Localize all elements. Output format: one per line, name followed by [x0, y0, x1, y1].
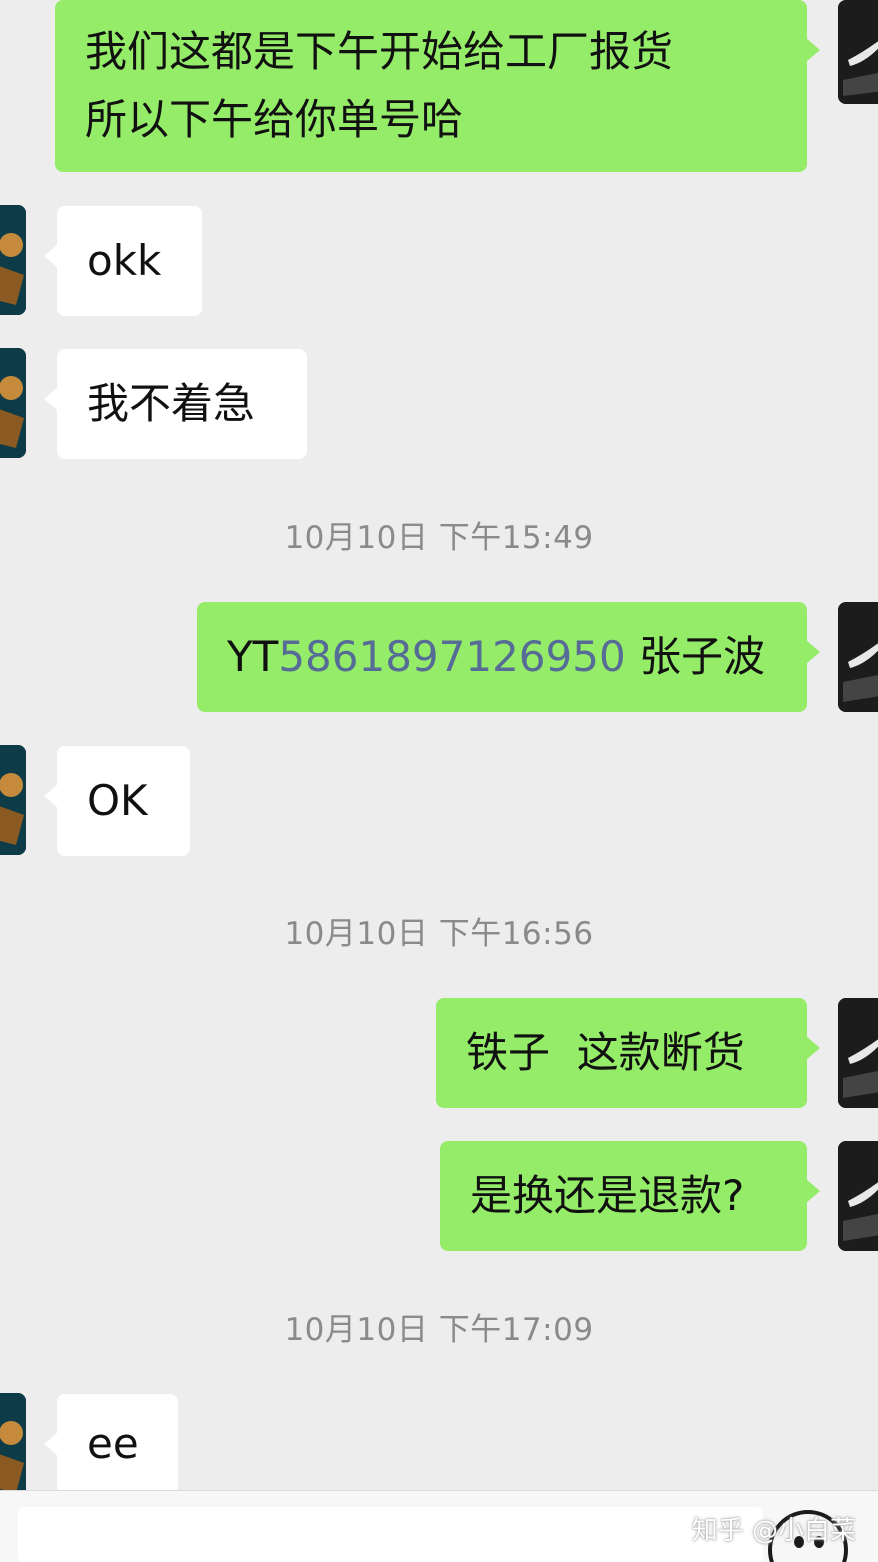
message-text: ee: [87, 1419, 139, 1468]
figure-avatar-icon: [0, 205, 26, 315]
my-avatar[interactable]: [838, 602, 878, 712]
my-avatar[interactable]: [838, 998, 878, 1108]
message-text: 是换还是退款?: [470, 1171, 745, 1220]
sneaker-swoosh-icon: [838, 1141, 878, 1251]
figure-avatar-icon: [0, 348, 26, 458]
figure-avatar-icon: [0, 745, 26, 855]
message-text: 铁子 这款断货: [466, 1028, 745, 1077]
message-timestamp: 10月10日 下午16:56: [284, 916, 594, 952]
message-bubble-mine[interactable]: 是换还是退款?: [440, 1141, 820, 1251]
message-timestamp: 10月10日 下午15:49: [284, 520, 594, 556]
message-text-line: 所以下午给你单号哈: [85, 95, 464, 144]
recipient-name: 张子波: [625, 632, 766, 681]
contact-avatar[interactable]: [0, 745, 26, 855]
contact-avatar[interactable]: [0, 348, 26, 458]
message-text: 我不着急: [87, 379, 256, 428]
my-avatar[interactable]: [838, 0, 878, 104]
message-bubble-mine[interactable]: 我们这都是下午开始给工厂报货 所以下午给你单号哈: [55, 0, 820, 172]
message-timestamp: 10月10日 下午17:09: [284, 1312, 594, 1348]
message-input-field[interactable]: [18, 1507, 763, 1562]
tracking-number-link[interactable]: 5861897126950: [278, 624, 625, 690]
watermark: 知乎 @小白菜: [691, 1516, 856, 1546]
message-bubble-theirs[interactable]: OK: [44, 746, 190, 856]
sneaker-swoosh-icon: [838, 998, 878, 1108]
message-bubble-theirs[interactable]: 我不着急: [44, 349, 307, 459]
figure-avatar-icon: [0, 1393, 26, 1490]
message-bubble-theirs[interactable]: okk: [44, 206, 202, 316]
message-text: okk: [87, 236, 162, 285]
contact-avatar[interactable]: [0, 205, 26, 315]
message-bubble-theirs[interactable]: ee: [44, 1394, 178, 1490]
message-text: OK: [87, 776, 148, 825]
my-avatar[interactable]: [838, 1141, 878, 1251]
sneaker-swoosh-icon: [838, 0, 878, 104]
chat-message-list[interactable]: 我们这都是下午开始给工厂报货 所以下午给你单号哈 okk 我不着急 10月10日…: [0, 0, 878, 1490]
contact-avatar[interactable]: [0, 1393, 26, 1490]
message-bubble-mine[interactable]: YT 5861897126950 张子波: [197, 602, 820, 712]
sneaker-swoosh-icon: [838, 602, 878, 712]
message-bubble-mine[interactable]: 铁子 这款断货: [436, 998, 820, 1108]
message-text-line: 我们这都是下午开始给工厂报货: [85, 27, 674, 76]
tracking-prefix: YT: [227, 632, 279, 681]
